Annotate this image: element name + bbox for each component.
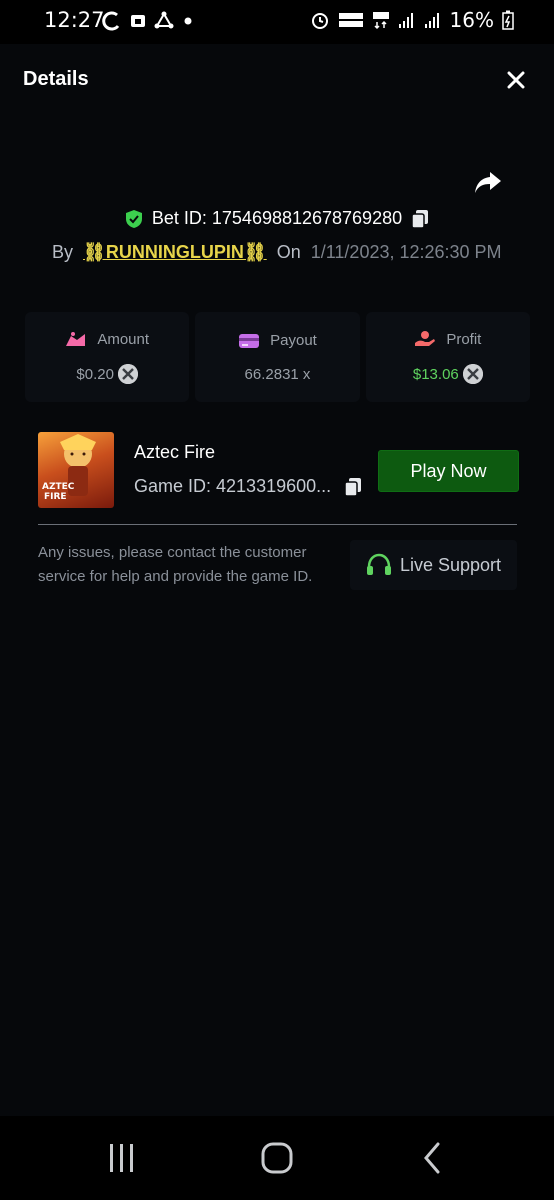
live-support-label: Live Support [399, 554, 502, 575]
live-support-button[interactable]: Live Support [350, 540, 517, 590]
game-thumb-title-1: AZTEC [42, 482, 75, 492]
divider [38, 524, 517, 525]
page-title: Details [23, 68, 89, 90]
recent-apps-button[interactable] [102, 1140, 142, 1176]
game-name: Aztec Fire [134, 442, 216, 462]
back-button[interactable] [412, 1140, 452, 1176]
details-panel: Details Bet ID: 1754698812678769280 By ⛓… [0, 44, 554, 1116]
game-thumb-title-2: FIRE [44, 492, 67, 502]
system-nav-bar [0, 1116, 554, 1200]
game-id-text: Game ID: 4213319600... [134, 476, 332, 496]
copy-game-id-icon[interactable] [343, 477, 363, 497]
shield-check-icon [125, 209, 142, 228]
share-notification-icon [154, 11, 174, 29]
refresh-notification-icon [102, 11, 120, 31]
on-label: On [276, 242, 301, 262]
play-now-button[interactable]: Play Now [378, 450, 519, 492]
support-note: Any issues, please contact the customer … [38, 544, 313, 585]
battery-percent: 16% [449, 8, 494, 32]
stat-profit: Profit $13.06 [365, 312, 530, 402]
recent-apps-icon [110, 1144, 133, 1172]
dot-notification-icon [184, 17, 192, 25]
amount-icon [66, 332, 86, 346]
amount-label: Amount [97, 330, 150, 348]
close-icon [507, 71, 525, 89]
amount-value-row: $0.20 [76, 364, 138, 384]
home-button[interactable] [257, 1140, 297, 1176]
profit-hand-icon [415, 331, 436, 346]
coin-x-icon [462, 364, 483, 384]
status-system-icons: 16% [310, 8, 514, 32]
amount-value: $0.20 [76, 365, 114, 383]
game-thumbnail[interactable]: AZTEC FIRE [38, 432, 114, 508]
status-bar: 12:27 16% [0, 0, 554, 44]
copy-bet-id-icon[interactable] [410, 209, 430, 229]
app-notification-icon [131, 15, 145, 27]
payout-value-row: 66.2831 x [245, 366, 311, 383]
bet-id-text: Bet ID: 1754698812678769280 [151, 208, 403, 228]
status-time: 12:27 [44, 8, 105, 32]
signal-icon [398, 13, 413, 28]
coin-x-icon [117, 364, 138, 384]
bet-stats: Amount $0.20 Payout 66.2831 x Profit $13… [25, 312, 530, 402]
bet-id-row: Bet ID: 1754698812678769280 [0, 208, 554, 229]
status-notification-icons [102, 10, 194, 32]
game-id-row: Game ID: 4213319600... [134, 476, 363, 497]
card-icon [239, 333, 260, 348]
username-link[interactable]: ⛓RUNNINGLUPIN⛓ [83, 242, 267, 263]
profit-value-row: $13.06 [413, 364, 483, 384]
stat-profit-head: Profit [414, 330, 481, 348]
payout-value: 66.2831 x [244, 365, 311, 383]
back-icon [424, 1142, 440, 1174]
stat-amount: Amount $0.20 [25, 312, 190, 402]
stat-amount-head: Amount [65, 330, 149, 348]
profit-value: $13.06 [412, 365, 459, 383]
share-button[interactable] [474, 170, 502, 196]
stat-payout: Payout 66.2831 x [195, 312, 360, 402]
bet-by-row: By ⛓RUNNINGLUPIN⛓ On 1/11/2023, 12:26:30… [52, 242, 502, 263]
headset-icon [366, 553, 391, 575]
battery-icon [502, 10, 514, 30]
close-button[interactable] [504, 68, 528, 92]
volte-icon [338, 13, 363, 27]
by-label: By [52, 242, 74, 262]
profit-label: Profit [446, 330, 482, 348]
share-arrow-icon [475, 172, 501, 193]
alarm-icon [311, 13, 328, 29]
network-4g-icon [372, 12, 389, 30]
stat-payout-head: Payout [238, 332, 317, 350]
signal-2-icon [424, 13, 439, 28]
payout-label: Payout [270, 332, 317, 349]
home-icon [261, 1142, 293, 1174]
bet-date: 1/11/2023, 12:26:30 PM [310, 242, 502, 262]
